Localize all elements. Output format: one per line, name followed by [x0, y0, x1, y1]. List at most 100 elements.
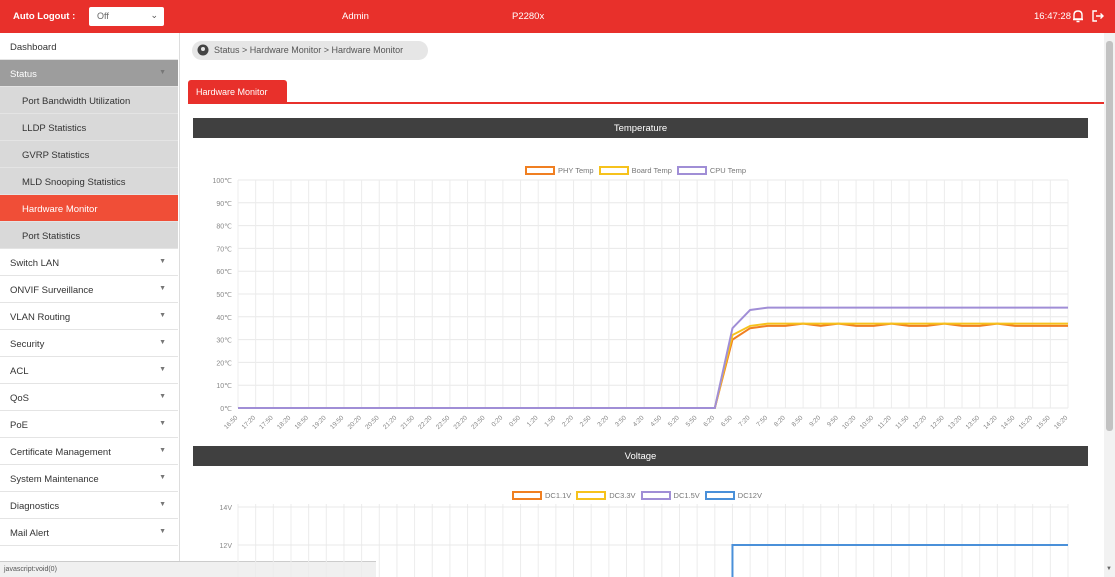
- chevron-down-icon: ▼: [159, 258, 166, 265]
- sidebar-item-status[interactable]: Status ▼: [0, 60, 178, 87]
- x-tick-label: 0:20: [490, 414, 504, 428]
- x-tick-label: 5:50: [685, 414, 699, 428]
- x-tick-label: 19:50: [329, 414, 346, 431]
- chevron-down-icon: ▼: [159, 501, 166, 508]
- x-tick-label: 2:50: [579, 414, 593, 428]
- x-tick-label: 10:50: [859, 414, 876, 431]
- legend-swatch: [640, 490, 671, 500]
- sidebar-item-dashboard[interactable]: Dashboard: [0, 33, 178, 60]
- x-tick-label: 9:20: [808, 414, 822, 428]
- sidebar-item-vlan-routing[interactable]: VLAN Routing ▼: [0, 303, 178, 330]
- chevron-down-icon: ▼: [159, 339, 166, 346]
- tab-hardware-monitor[interactable]: Hardware Monitor: [188, 80, 287, 102]
- series-line-phy-temp: [238, 322, 1068, 409]
- logout-icon[interactable]: [1091, 9, 1105, 23]
- y-tick-label: 0℃: [220, 406, 232, 413]
- x-tick-label: 11:50: [894, 414, 910, 430]
- x-tick-label: 6:50: [720, 414, 734, 428]
- sidebar-item-label: ACL: [10, 366, 29, 377]
- sidebar-item-qos[interactable]: QoS ▼: [0, 384, 178, 411]
- x-tick-label: 20:20: [347, 414, 364, 431]
- temperature-chart: 0℃10℃20℃30℃40℃50℃60℃70℃80℃90℃100℃16:50 17…: [212, 178, 1069, 431]
- sidebar-item-port-statistics[interactable]: Port Statistics: [0, 222, 178, 249]
- sidebar-item-security[interactable]: Security ▼: [0, 330, 178, 357]
- sidebar-item-hardware-monitor[interactable]: Hardware Monitor: [0, 195, 178, 222]
- x-tick-label: 2:20: [561, 414, 575, 428]
- sidebar-item-gvrp-statistics[interactable]: GVRP Statistics: [0, 141, 178, 168]
- sidebar-item-label: VLAN Routing: [10, 312, 71, 323]
- chevron-down-icon: ▼: [159, 285, 166, 292]
- x-tick-label: 3:20: [596, 414, 610, 428]
- x-tick-label: 1:20: [526, 414, 540, 428]
- sidebar-item-label: GVRP Statistics: [22, 150, 90, 161]
- sidebar-item-label: Security: [10, 339, 45, 350]
- sidebar-item-acl[interactable]: ACL ▼: [0, 357, 178, 384]
- legend-swatch: [576, 490, 607, 500]
- breadcrumb: Status > Hardware Monitor > Hardware Mon…: [192, 41, 428, 60]
- x-tick-label: 6:20: [702, 414, 716, 428]
- chevron-down-icon: ▼: [159, 69, 166, 76]
- y-tick-label: 100℃: [212, 178, 232, 185]
- y-tick-label: 40℃: [216, 315, 232, 322]
- legend-item[interactable]: DC12V: [704, 490, 762, 500]
- y-tick-label: 50℃: [216, 292, 232, 299]
- x-tick-label: 11:20: [877, 414, 893, 430]
- location-pin-icon: [197, 44, 209, 56]
- current-user: Admin: [342, 11, 369, 22]
- sidebar-item-poe[interactable]: PoE ▼: [0, 411, 178, 438]
- sidebar-item-label: Mail Alert: [10, 528, 50, 539]
- voltage-section-header: Voltage: [193, 446, 1088, 466]
- sidebar-item-onvif-surveillance[interactable]: ONVIF Surveillance ▼: [0, 276, 178, 303]
- sidebar-item-label: Hardware Monitor: [22, 204, 98, 215]
- x-tick-label: 18:20: [276, 414, 293, 431]
- x-tick-label: 0:50: [508, 414, 522, 428]
- sidebar-item-system-maintenance[interactable]: System Maintenance ▼: [0, 465, 178, 492]
- x-tick-label: 21:20: [382, 414, 399, 431]
- x-tick-label: 17:50: [258, 414, 275, 431]
- device-model: P2280x: [512, 11, 545, 22]
- x-tick-label: 15:20: [1018, 414, 1035, 431]
- scroll-down-icon[interactable]: ▼: [1106, 566, 1112, 572]
- x-tick-label: 12:50: [929, 414, 946, 431]
- sidebar-item-port-bandwidth-utilization[interactable]: Port Bandwidth Utilization: [0, 87, 178, 114]
- x-tick-label: 22:50: [435, 414, 452, 431]
- y-tick-label: 12V: [220, 543, 233, 550]
- sidebar-item-label: Diagnostics: [10, 501, 60, 512]
- x-tick-label: 4:50: [649, 414, 663, 428]
- sidebar-item-label: Status: [10, 69, 37, 80]
- y-tick-label: 10℃: [216, 383, 232, 390]
- x-tick-label: 4:20: [632, 414, 646, 428]
- sidebar-item-diagnostics[interactable]: Diagnostics ▼: [0, 492, 178, 519]
- page-scrollbar[interactable]: ▼: [1104, 33, 1115, 577]
- x-tick-label: 1:50: [543, 414, 557, 428]
- chevron-down-icon: ▼: [159, 447, 166, 454]
- legend-swatch: [704, 490, 735, 500]
- auto-logout-value: Off: [97, 11, 109, 21]
- x-tick-label: 8:20: [773, 414, 787, 428]
- legend-label: DC3.3V: [609, 490, 636, 500]
- sidebar-item-switch-lan[interactable]: Switch LAN ▼: [0, 249, 178, 276]
- bell-icon[interactable]: [1071, 9, 1085, 23]
- series-line-board-temp: [238, 322, 1068, 409]
- x-tick-label: 7:50: [755, 414, 769, 428]
- x-tick-label: 10:20: [841, 414, 858, 431]
- x-tick-label: 20:50: [364, 414, 381, 431]
- y-tick-label: 90℃: [216, 201, 232, 208]
- sidebar-item-mail-alert[interactable]: Mail Alert ▼: [0, 519, 178, 546]
- legend-item[interactable]: DC1.1V: [512, 490, 571, 500]
- sidebar-item-lldp-statistics[interactable]: LLDP Statistics: [0, 114, 178, 141]
- scrollbar-thumb[interactable]: [1106, 41, 1113, 431]
- x-tick-label: 9:50: [826, 414, 840, 428]
- y-tick-label: 20℃: [216, 360, 232, 367]
- legend-item[interactable]: DC3.3V: [576, 490, 636, 500]
- chevron-down-icon: ▼: [159, 528, 166, 535]
- sidebar-item-label: Dashboard: [10, 42, 57, 53]
- sidebar-item-certificate-management[interactable]: Certificate Management ▼: [0, 438, 178, 465]
- chevron-down-icon: ▼: [159, 312, 166, 319]
- x-tick-label: 7:20: [738, 414, 752, 428]
- legend-item[interactable]: DC1.5V: [640, 490, 700, 500]
- sidebar-item-mld-snooping-statistics[interactable]: MLD Snooping Statistics: [0, 168, 178, 195]
- system-time: 16:47:28: [1034, 11, 1071, 22]
- auto-logout-select[interactable]: Off ⌄: [89, 7, 164, 26]
- x-tick-label: 18:50: [294, 414, 311, 431]
